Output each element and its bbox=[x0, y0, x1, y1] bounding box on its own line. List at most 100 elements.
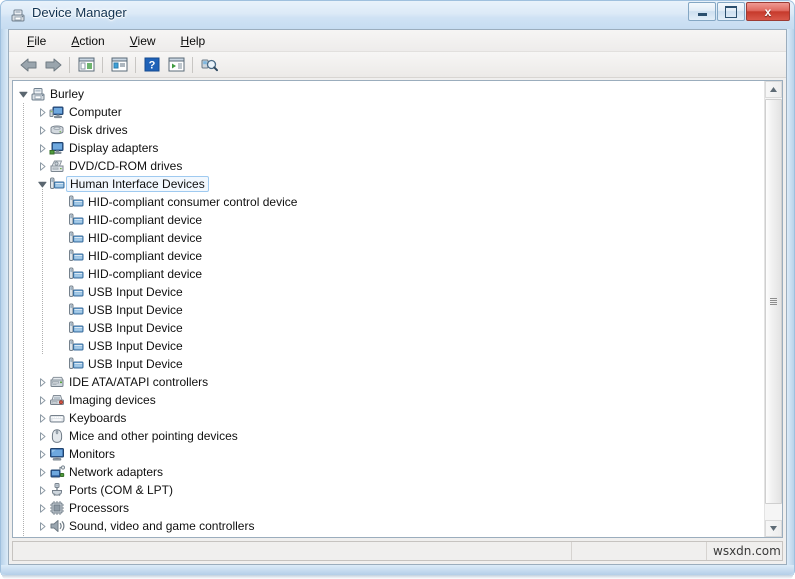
status-bar: wsxdn.com bbox=[12, 541, 783, 561]
menu-help[interactable]: Help bbox=[172, 32, 216, 50]
vertical-scrollbar[interactable] bbox=[764, 81, 782, 537]
expander-closed-icon[interactable] bbox=[36, 481, 49, 499]
expander-closed-icon[interactable] bbox=[36, 445, 49, 463]
status-cell-2 bbox=[572, 542, 707, 560]
scan-for-hardware-changes-icon[interactable] bbox=[197, 54, 221, 76]
expander-closed-icon[interactable] bbox=[36, 121, 49, 139]
close-icon: x bbox=[764, 4, 772, 19]
menu-action[interactable]: Action bbox=[62, 32, 114, 50]
expander-closed-icon[interactable] bbox=[36, 391, 49, 409]
expander-closed-icon[interactable] bbox=[36, 517, 49, 535]
scrollbar-thumb[interactable] bbox=[765, 99, 782, 504]
tree-row[interactable]: System devices bbox=[13, 535, 765, 537]
update-driver-icon[interactable] bbox=[164, 54, 188, 76]
hid-device-icon bbox=[68, 356, 84, 372]
tree-row[interactable]: Computer bbox=[13, 103, 765, 121]
hid-device-icon bbox=[68, 338, 84, 354]
tree-row[interactable]: HID-compliant device bbox=[13, 265, 765, 283]
maximize-button[interactable] bbox=[717, 2, 745, 21]
processor-icon bbox=[49, 500, 65, 516]
dvd-drive-icon bbox=[49, 158, 65, 174]
tree-row[interactable]: Network adapters bbox=[13, 463, 765, 481]
scroll-up-button[interactable] bbox=[765, 81, 782, 98]
tree-row[interactable]: HID-compliant device bbox=[13, 211, 765, 229]
tree-row-label: HID-compliant consumer control device bbox=[88, 195, 298, 209]
watermark: wsxdn.com bbox=[713, 544, 781, 558]
status-cell-3: wsxdn.com bbox=[707, 542, 789, 560]
scroll-down-button[interactable] bbox=[765, 520, 782, 537]
expander-closed-icon[interactable] bbox=[36, 139, 49, 157]
expander-closed-icon[interactable] bbox=[36, 535, 49, 537]
tree-row[interactable]: USB Input Device bbox=[13, 337, 765, 355]
tree-row[interactable]: USB Input Device bbox=[13, 283, 765, 301]
tree-row-label: Monitors bbox=[69, 447, 116, 461]
forward-arrow-icon[interactable] bbox=[41, 54, 65, 76]
title-bar[interactable]: Device Manager x bbox=[1, 1, 794, 29]
device-manager-window: Device Manager x File Action View Help ?… bbox=[0, 0, 795, 575]
tree-row[interactable]: Imaging devices bbox=[13, 391, 765, 409]
toolbar-separator-2 bbox=[102, 56, 103, 73]
tree-row[interactable]: Keyboards bbox=[13, 409, 765, 427]
close-button[interactable]: x bbox=[746, 2, 790, 21]
tree-row[interactable]: USB Input Device bbox=[13, 319, 765, 337]
port-icon bbox=[49, 482, 65, 498]
tree-row[interactable]: Human Interface Devices bbox=[13, 175, 765, 193]
device-tree-panel: Burley Computer Disk drives Display adapter… bbox=[12, 80, 783, 538]
device-manager-icon bbox=[10, 7, 26, 23]
toolbar-separator-1 bbox=[69, 56, 70, 73]
tree-row-label: DVD/CD-ROM drives bbox=[69, 159, 183, 173]
toolbar-separator-4 bbox=[192, 56, 193, 73]
tree-row-label: Disk drives bbox=[69, 123, 128, 137]
expander-closed-icon[interactable] bbox=[36, 463, 49, 481]
mouse-icon bbox=[49, 428, 65, 444]
tree-row-label: HID-compliant device bbox=[88, 231, 203, 245]
tree-row[interactable]: USB Input Device bbox=[13, 301, 765, 319]
tree-row-label: USB Input Device bbox=[88, 285, 183, 299]
tree-connector-line bbox=[23, 103, 24, 537]
hid-device-icon bbox=[68, 320, 84, 336]
tree-row[interactable]: Monitors bbox=[13, 445, 765, 463]
show-hide-console-tree-icon[interactable] bbox=[74, 54, 98, 76]
expander-open-icon[interactable] bbox=[17, 85, 30, 103]
tree-row[interactable]: DVD/CD-ROM drives bbox=[13, 157, 765, 175]
tree-row-label: USB Input Device bbox=[88, 321, 183, 335]
tree-row[interactable]: Display adapters bbox=[13, 139, 765, 157]
tree-row-root[interactable]: Burley bbox=[13, 85, 765, 103]
toolbar-separator-3 bbox=[135, 56, 136, 73]
tree-row[interactable]: HID-compliant consumer control device bbox=[13, 193, 765, 211]
tree-row-label: USB Input Device bbox=[88, 357, 183, 371]
tree-row-label: HID-compliant device bbox=[88, 213, 203, 227]
properties-icon[interactable] bbox=[107, 54, 131, 76]
computer-node-icon bbox=[30, 86, 46, 102]
expander-closed-icon[interactable] bbox=[36, 157, 49, 175]
minimize-icon bbox=[689, 3, 715, 20]
window-drop-shadow bbox=[2, 575, 793, 579]
hid-device-icon bbox=[68, 194, 84, 210]
tree-row[interactable]: HID-compliant device bbox=[13, 247, 765, 265]
expander-closed-icon[interactable] bbox=[36, 103, 49, 121]
tree-row-label: IDE ATA/ATAPI controllers bbox=[69, 375, 209, 389]
tree-row[interactable]: Disk drives bbox=[13, 121, 765, 139]
tree-row[interactable]: Mice and other pointing devices bbox=[13, 427, 765, 445]
back-arrow-icon[interactable] bbox=[17, 54, 41, 76]
menu-view[interactable]: View bbox=[121, 32, 166, 50]
tree-row-label: Human Interface Devices bbox=[66, 176, 209, 192]
expander-closed-icon[interactable] bbox=[36, 409, 49, 427]
tree-connector-line-hid bbox=[42, 189, 43, 355]
tree-row[interactable]: Processors bbox=[13, 499, 765, 517]
tree-row[interactable]: Ports (COM & LPT) bbox=[13, 481, 765, 499]
tree-row[interactable]: HID-compliant device bbox=[13, 229, 765, 247]
menu-file[interactable]: File bbox=[18, 32, 56, 50]
tree-row[interactable]: Sound, video and game controllers bbox=[13, 517, 765, 535]
tree-row[interactable]: USB Input Device bbox=[13, 355, 765, 373]
expander-closed-icon[interactable] bbox=[36, 427, 49, 445]
tree-row[interactable]: IDE ATA/ATAPI controllers bbox=[13, 373, 765, 391]
expander-closed-icon[interactable] bbox=[36, 373, 49, 391]
tree-row-label: Sound, video and game controllers bbox=[69, 519, 255, 533]
help-icon[interactable]: ? bbox=[140, 54, 164, 76]
expander-closed-icon[interactable] bbox=[36, 499, 49, 517]
minimize-button[interactable] bbox=[688, 2, 716, 21]
